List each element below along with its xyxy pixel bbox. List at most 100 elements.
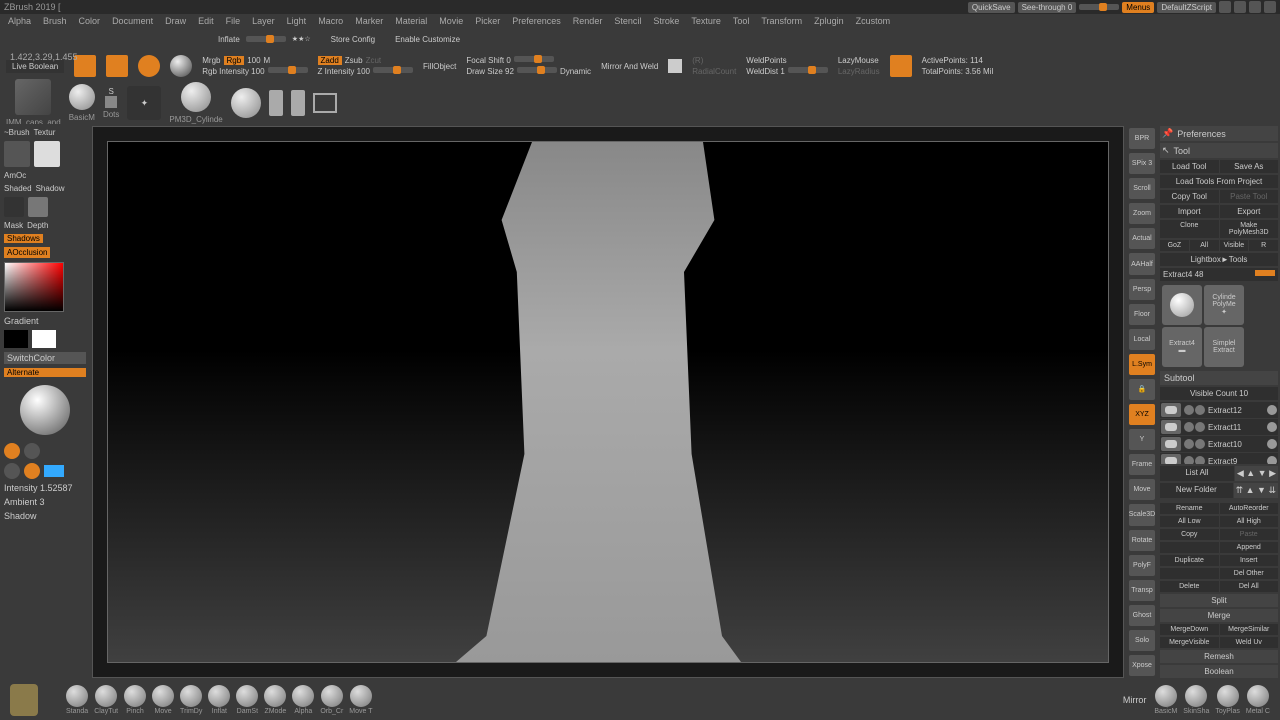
vis-dot[interactable] (1184, 456, 1194, 464)
material-shortcut[interactable]: BasicM (1154, 685, 1177, 715)
quicksave-btn[interactable]: QuickSave (968, 2, 1015, 13)
tool-icon-simple[interactable]: SimplelExtract (1204, 327, 1244, 367)
menu-draw[interactable]: Draw (165, 16, 186, 26)
merge-section[interactable]: Merge (1160, 609, 1278, 622)
shadow-label2[interactable]: Shadow (4, 511, 86, 521)
m-btn[interactable]: M (264, 56, 271, 65)
color-picker[interactable] (4, 262, 64, 312)
brush-shortcut[interactable]: Standa (66, 685, 88, 715)
brush-shortcut[interactable]: ClayTut (94, 685, 118, 715)
import-btn[interactable]: Import (1160, 205, 1219, 218)
menu-macro[interactable]: Macro (318, 16, 343, 26)
delother-btn[interactable]: Del Other (1220, 568, 1279, 579)
minimize-icon[interactable] (1234, 1, 1246, 13)
brush-shortcut[interactable]: DamSt (236, 685, 258, 715)
seethrough-slider[interactable] (1079, 4, 1119, 10)
menu-layer[interactable]: Layer (252, 16, 275, 26)
goz-btn[interactable]: GoZ (1160, 240, 1189, 251)
transp-btn[interactable]: Transp (1129, 580, 1155, 601)
gizmo-btn-2[interactable] (106, 55, 128, 77)
rgb-intensity-slider[interactable] (268, 67, 308, 73)
local-btn[interactable]: Local (1129, 329, 1155, 350)
xpose-btn[interactable]: Xpose (1129, 655, 1155, 676)
menu-texture[interactable]: Texture (691, 16, 721, 26)
r-btn[interactable]: R (1249, 240, 1278, 251)
vis-dot[interactable] (1184, 439, 1194, 449)
tool-icon-3d[interactable] (1162, 285, 1202, 325)
menu-render[interactable]: Render (573, 16, 603, 26)
ambient-label[interactable]: Ambient 3 (4, 497, 86, 507)
swatch-white[interactable] (32, 330, 56, 348)
move-btn[interactable]: Move (1129, 479, 1155, 500)
vis-dot[interactable] (1195, 405, 1205, 415)
brush-thumb[interactable] (15, 79, 51, 115)
rotate-btn[interactable]: Rotate (1129, 530, 1155, 551)
menu-tool[interactable]: Tool (733, 16, 750, 26)
menus-btn[interactable]: Menus (1122, 2, 1154, 13)
brush-shortcut[interactable]: Orb_Cr (320, 685, 343, 715)
remesh-section[interactable]: Remesh (1160, 650, 1278, 663)
material-shortcut[interactable]: Metal C (1246, 685, 1270, 715)
gizmo-btn-1[interactable] (74, 55, 96, 77)
split-section[interactable]: Split (1160, 594, 1278, 607)
actual-btn[interactable]: Actual (1129, 228, 1155, 249)
tool-box[interactable] (313, 93, 337, 113)
visible-count[interactable]: Visible Count 10 (1160, 387, 1278, 400)
tool-sphere-2[interactable] (231, 88, 261, 118)
amoc-label[interactable]: AmOc (4, 171, 26, 180)
tool-icon-extract[interactable]: Extract4▬ (1162, 327, 1202, 367)
floor-btn[interactable]: Floor (1129, 304, 1155, 325)
intensity-label[interactable]: Intensity 1.52587 (4, 483, 86, 493)
subtool-item[interactable]: Extract11 (1160, 419, 1278, 435)
menu-movie[interactable]: Movie (439, 16, 463, 26)
brush-shortcut[interactable]: Move (152, 685, 174, 715)
default-script[interactable]: DefaultZScript (1157, 2, 1216, 13)
vis-dot[interactable] (1195, 422, 1205, 432)
eye-icon[interactable] (1267, 456, 1277, 464)
radial-count[interactable]: RadialCount (692, 67, 736, 76)
delall-btn[interactable]: Del All (1220, 581, 1279, 592)
gradient-label[interactable]: Gradient (4, 316, 86, 326)
menu-alpha[interactable]: Alpha (8, 16, 31, 26)
welddist[interactable]: WeldDist 1 (746, 67, 785, 76)
dynamic-btn[interactable]: Dynamic (560, 67, 591, 76)
autoreorder-btn[interactable]: AutoReorder (1220, 503, 1279, 514)
menu-color[interactable]: Color (79, 16, 101, 26)
weldpoints[interactable]: WeldPoints (746, 56, 828, 65)
mergedown-btn[interactable]: MergeDown (1160, 624, 1219, 635)
seethrough-btn[interactable]: See-through 0 (1018, 2, 1077, 13)
material-preview[interactable] (20, 385, 70, 435)
scale3d-btn[interactable]: Scale3D (1129, 504, 1155, 525)
depth-thumb[interactable] (28, 197, 48, 217)
tool-icon-cylinder[interactable]: CylindePolyMe✦ (1204, 285, 1244, 325)
menu-marker[interactable]: Marker (355, 16, 383, 26)
canvas[interactable] (107, 141, 1109, 663)
polyf-btn[interactable]: PolyF (1129, 555, 1155, 576)
menu-brush[interactable]: Brush (43, 16, 67, 26)
stats-icon[interactable] (890, 55, 912, 77)
subtool-item[interactable]: Extract12 (1160, 402, 1278, 418)
light-1-icon[interactable] (4, 443, 20, 459)
aocclusion-btn[interactable]: AOcclusion (4, 247, 50, 258)
vis-dot[interactable] (1184, 405, 1194, 415)
focal-shift[interactable]: Focal Shift 0 (466, 56, 510, 65)
drawsize-slider[interactable] (517, 67, 557, 73)
rgb-intensity[interactable]: Rgb Intensity 100 (202, 67, 264, 76)
focal-slider[interactable] (514, 56, 554, 62)
menu-material[interactable]: Material (395, 16, 427, 26)
persp-btn[interactable]: Persp (1129, 279, 1155, 300)
extract-slider[interactable]: Extract4 48 (1160, 268, 1278, 281)
load-tool[interactable]: Load Tool (1160, 160, 1219, 173)
menu-file[interactable]: File (226, 16, 241, 26)
tool-sphere-1[interactable] (181, 82, 211, 112)
shadows-btn[interactable]: Shadows (4, 234, 43, 243)
menu-preferences[interactable]: Preferences (512, 16, 561, 26)
delete-btn[interactable]: Delete (1160, 581, 1219, 592)
menu-document[interactable]: Document (112, 16, 153, 26)
material-shortcut[interactable]: ToyPlas (1215, 685, 1240, 715)
paste-st-btn[interactable]: Paste (1220, 529, 1279, 540)
lock-icon[interactable]: 🔒 (1129, 379, 1155, 400)
shadow-thumb[interactable] (34, 141, 60, 167)
rgb-btn[interactable]: Rgb (224, 56, 245, 65)
vis-dot[interactable] (1195, 456, 1205, 464)
